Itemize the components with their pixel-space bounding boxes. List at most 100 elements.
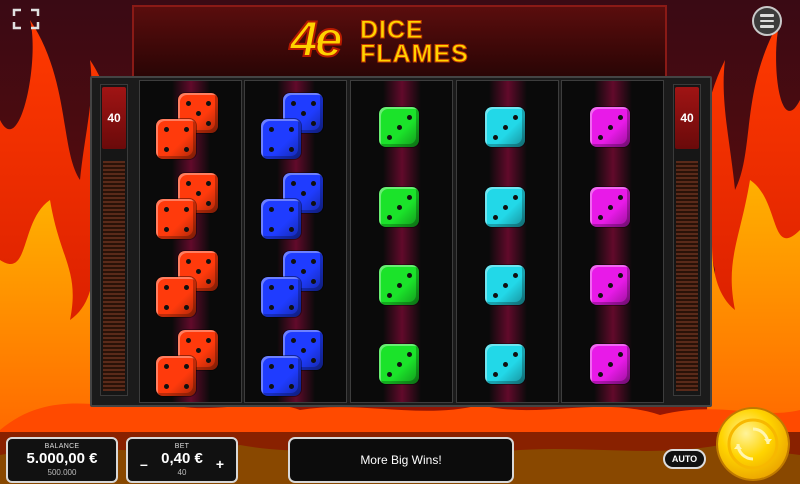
die-pip: [618, 195, 623, 200]
die-pip: [311, 338, 316, 343]
die-pip: [206, 338, 211, 343]
die-pip: [608, 125, 613, 130]
die-pip: [269, 285, 274, 290]
die-pip: [289, 227, 294, 232]
die-face-three: [379, 265, 419, 305]
die-pip: [311, 259, 316, 264]
bet-increase-button[interactable]: +: [216, 456, 224, 472]
die-pip: [598, 372, 603, 377]
die-face-three: [590, 265, 630, 305]
die-pip: [269, 364, 274, 369]
die-pip: [291, 259, 296, 264]
die-pip: [289, 305, 294, 310]
logo-word-dice: DICE: [360, 16, 424, 44]
die-pip: [397, 205, 402, 210]
spin-arrows-icon: [727, 418, 779, 470]
autoplay-button[interactable]: AUTO: [663, 449, 706, 469]
die-pip: [164, 285, 169, 290]
die-pip: [164, 207, 169, 212]
die-pip: [291, 181, 296, 186]
reel-4: [456, 80, 559, 403]
die-pip: [269, 147, 274, 152]
die-pip: [513, 115, 518, 120]
die-pip: [164, 364, 169, 369]
die-pip: [164, 127, 169, 132]
die-pip: [196, 348, 201, 353]
die-pip: [186, 181, 191, 186]
game-logo: 4e DICE FLAMES: [289, 11, 520, 70]
die-face-three: [485, 187, 525, 227]
die-pip: [407, 352, 412, 357]
die-pip: [608, 362, 613, 367]
die-pip: [387, 293, 392, 298]
die-pip: [301, 348, 306, 353]
die-face-three: [590, 107, 630, 147]
die-pip: [397, 362, 402, 367]
die-pip: [407, 115, 412, 120]
die-face-three: [590, 187, 630, 227]
balance-panel: BALANCE 5.000,00 € 500.000: [6, 437, 118, 483]
bet-decrease-button[interactable]: –: [140, 456, 148, 472]
die-pip: [503, 125, 508, 130]
balance-value: 5.000,00 €: [26, 450, 98, 467]
die-pip: [311, 101, 316, 106]
die-face-four: [156, 199, 196, 239]
die-pip: [513, 352, 518, 357]
die-pip: [289, 285, 294, 290]
die-face-four: [156, 356, 196, 396]
die-pip: [407, 273, 412, 278]
die-pip: [184, 127, 189, 132]
reel-3: [350, 80, 453, 403]
die-pip: [186, 338, 191, 343]
die-pip: [513, 273, 518, 278]
die-pip: [493, 372, 498, 377]
die-pip: [608, 205, 613, 210]
die-pip: [184, 227, 189, 232]
die-pip: [196, 111, 201, 116]
hamburger-menu-icon[interactable]: [752, 6, 782, 36]
die-pip: [206, 181, 211, 186]
die-pip: [311, 181, 316, 186]
message-display: More Big Wins!: [288, 437, 514, 483]
die-pip: [206, 358, 211, 363]
die-pip: [206, 101, 211, 106]
bet-label: BET: [174, 443, 190, 450]
die-face-three: [485, 344, 525, 384]
die-pip: [164, 384, 169, 389]
payline-markers-right: [676, 161, 698, 391]
die-pip: [289, 127, 294, 132]
die-pip: [289, 364, 294, 369]
die-pip: [206, 279, 211, 284]
die-face-four: [261, 277, 301, 317]
paylines-indicator-left: 40: [100, 84, 128, 396]
die-pip: [184, 305, 189, 310]
balance-credits: 500.000: [47, 468, 77, 477]
lines-count-right: 40: [675, 87, 699, 149]
reel-2: [244, 80, 347, 403]
reel-1: [139, 80, 242, 403]
die-pip: [598, 293, 603, 298]
fullscreen-icon[interactable]: [12, 8, 40, 30]
die-pip: [184, 364, 189, 369]
die-pip: [196, 269, 201, 274]
die-pip: [289, 207, 294, 212]
die-pip: [387, 135, 392, 140]
die-pip: [289, 384, 294, 389]
die-face-four: [261, 119, 301, 159]
die-pip: [311, 201, 316, 206]
die-face-three: [379, 187, 419, 227]
die-pip: [206, 201, 211, 206]
spin-button[interactable]: [718, 409, 788, 479]
paylines-indicator-right: 40: [673, 84, 701, 396]
die-pip: [397, 283, 402, 288]
die-pip: [503, 283, 508, 288]
die-pip: [269, 227, 274, 232]
die-pip: [618, 115, 623, 120]
die-pip: [184, 384, 189, 389]
die-pip: [503, 205, 508, 210]
die-pip: [184, 285, 189, 290]
die-pip: [598, 215, 603, 220]
logo-number: 4e: [289, 11, 344, 67]
die-pip: [598, 135, 603, 140]
die-pip: [311, 358, 316, 363]
